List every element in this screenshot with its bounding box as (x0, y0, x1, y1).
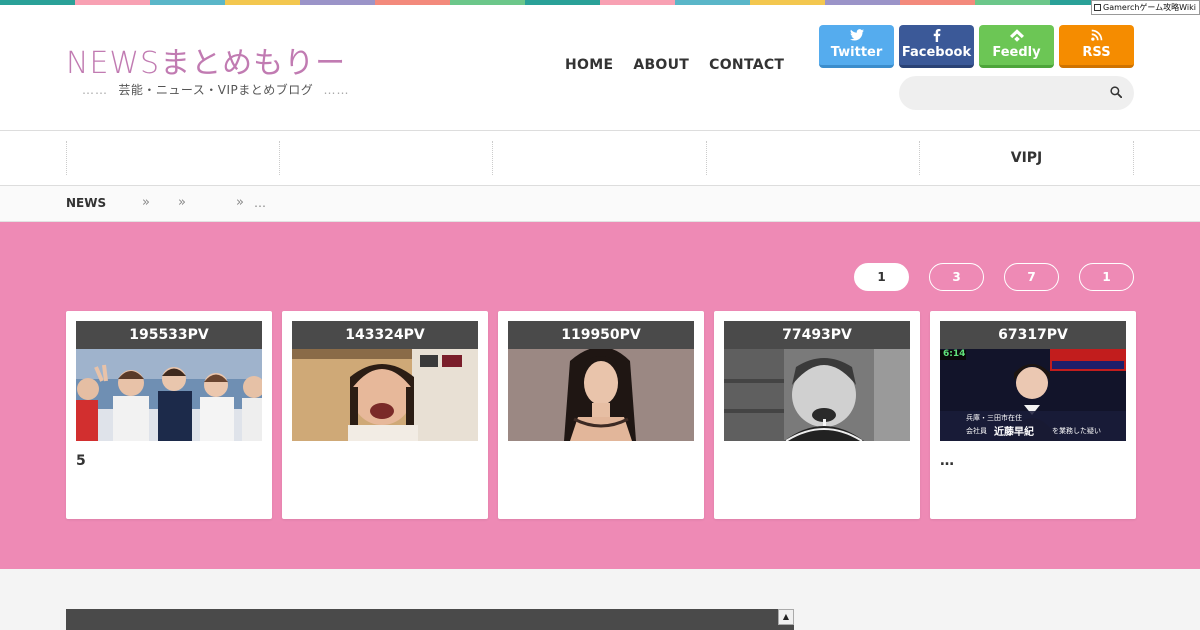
category-item-4[interactable] (706, 141, 919, 175)
pv-count: 119950PV (508, 321, 694, 349)
tagline-dots-right: …… (323, 83, 350, 97)
ranking-section: 1 3 7 1 195533PV 5 143324PV 119950PV 774… (0, 222, 1200, 569)
ranking-card[interactable]: 195533PV 5 (66, 311, 272, 519)
broadcast-caption-charge: を業務した疑い (1052, 427, 1101, 435)
social-buttons: Twitter Facebook Feedly RSS (819, 25, 1134, 68)
article-thumbnail[interactable] (76, 349, 262, 441)
search-box (899, 76, 1134, 110)
scroll-up-arrow-icon[interactable]: ▲ (778, 609, 794, 625)
category-item-3[interactable] (492, 141, 706, 175)
tab-ranking-1[interactable]: 1 (854, 263, 909, 291)
ranking-card[interactable]: 77493PV (714, 311, 920, 519)
broadcast-caption-job: 会社員 (966, 427, 987, 435)
pv-count: 77493PV (724, 321, 910, 349)
broadcast-caption-name: 近藤早紀 (994, 427, 1034, 438)
article-title[interactable]: 5 (76, 453, 262, 469)
pv-count: 143324PV (292, 321, 478, 349)
tab-ranking-7[interactable]: 7 (1004, 263, 1059, 291)
breadcrumb-separator: » (236, 195, 244, 210)
pv-count: 67317PV (940, 321, 1126, 349)
article-thumbnail[interactable] (508, 349, 694, 441)
site-tagline: …… 芸能・ニュース・VIPまとめブログ …… (76, 81, 356, 98)
site-logo[interactable]: NEWSまとめもりー (66, 38, 346, 82)
category-divider-end (1133, 141, 1134, 175)
feedly-button[interactable]: Feedly (979, 25, 1054, 68)
breadcrumb-separator: » (142, 195, 150, 210)
rss-icon (1059, 29, 1134, 45)
rss-label: RSS (1082, 45, 1111, 60)
category-item-vipj[interactable]: VIPJ (919, 141, 1133, 175)
content-box (66, 609, 794, 630)
ranking-card[interactable]: 119950PV (498, 311, 704, 519)
site-header: NEWSまとめもりー …… 芸能・ニュース・VIPまとめブログ …… HOME … (0, 5, 1200, 130)
breadcrumb-home[interactable]: NEWS (66, 196, 106, 210)
rss-button[interactable]: RSS (1059, 25, 1134, 68)
nav-about[interactable]: ABOUT (633, 57, 689, 73)
ranking-cards: 195533PV 5 143324PV 119950PV 77493PV 673… (66, 311, 1136, 519)
feedly-icon (979, 29, 1054, 45)
article-thumbnail[interactable] (724, 349, 910, 441)
article-title[interactable]: … (940, 453, 1126, 469)
search-icon[interactable] (1110, 86, 1122, 98)
twitter-icon (819, 29, 894, 45)
article-thumbnail[interactable] (292, 349, 478, 441)
breadcrumb: NEWS » » » … (0, 186, 1200, 222)
facebook-label: Facebook (901, 45, 972, 60)
broadcast-caption-location: 兵庫・三田市在住 (966, 414, 1022, 422)
tab-ranking-1b[interactable]: 1 (1079, 263, 1134, 291)
tagline-text: 芸能・ニュース・VIPまとめブログ (118, 83, 314, 97)
ranking-tabs: 1 3 7 1 (854, 263, 1134, 291)
nav-home[interactable]: HOME (565, 57, 613, 73)
search-input[interactable] (899, 76, 1094, 110)
tagline-dots-left: …… (82, 83, 108, 97)
gamerch-logo-icon (1094, 4, 1102, 11)
twitter-label: Twitter (830, 45, 883, 60)
gamerch-badge[interactable]: Gamerchゲーム攻略Wiki (1091, 0, 1200, 15)
category-item-2[interactable] (279, 141, 492, 175)
ranking-card[interactable]: 143324PV (282, 311, 488, 519)
article-thumbnail[interactable]: 6:14 兵庫・三田市在住 会社員 近藤早紀 を業務した疑い (940, 349, 1126, 441)
breadcrumb-current: … (254, 196, 266, 210)
category-nav: VIPJ (0, 130, 1200, 186)
ranking-card[interactable]: 67317PV 6:14 兵庫・三田市在住 会社員 近藤早紀 を業務した疑い … (930, 311, 1136, 519)
feedly-label: Feedly (992, 45, 1041, 60)
facebook-button[interactable]: Facebook (899, 25, 974, 68)
nav-contact[interactable]: CONTACT (709, 57, 784, 73)
category-item-1[interactable] (66, 141, 279, 175)
pv-count: 195533PV (76, 321, 262, 349)
breadcrumb-separator: » (178, 195, 186, 210)
tab-ranking-3[interactable]: 3 (929, 263, 984, 291)
broadcast-time: 6:14 (943, 349, 966, 359)
gamerch-badge-text: Gamerchゲーム攻略Wiki (1103, 3, 1196, 12)
main-nav: HOME ABOUT CONTACT (565, 57, 784, 73)
twitter-button[interactable]: Twitter (819, 25, 894, 68)
facebook-icon (899, 28, 974, 45)
